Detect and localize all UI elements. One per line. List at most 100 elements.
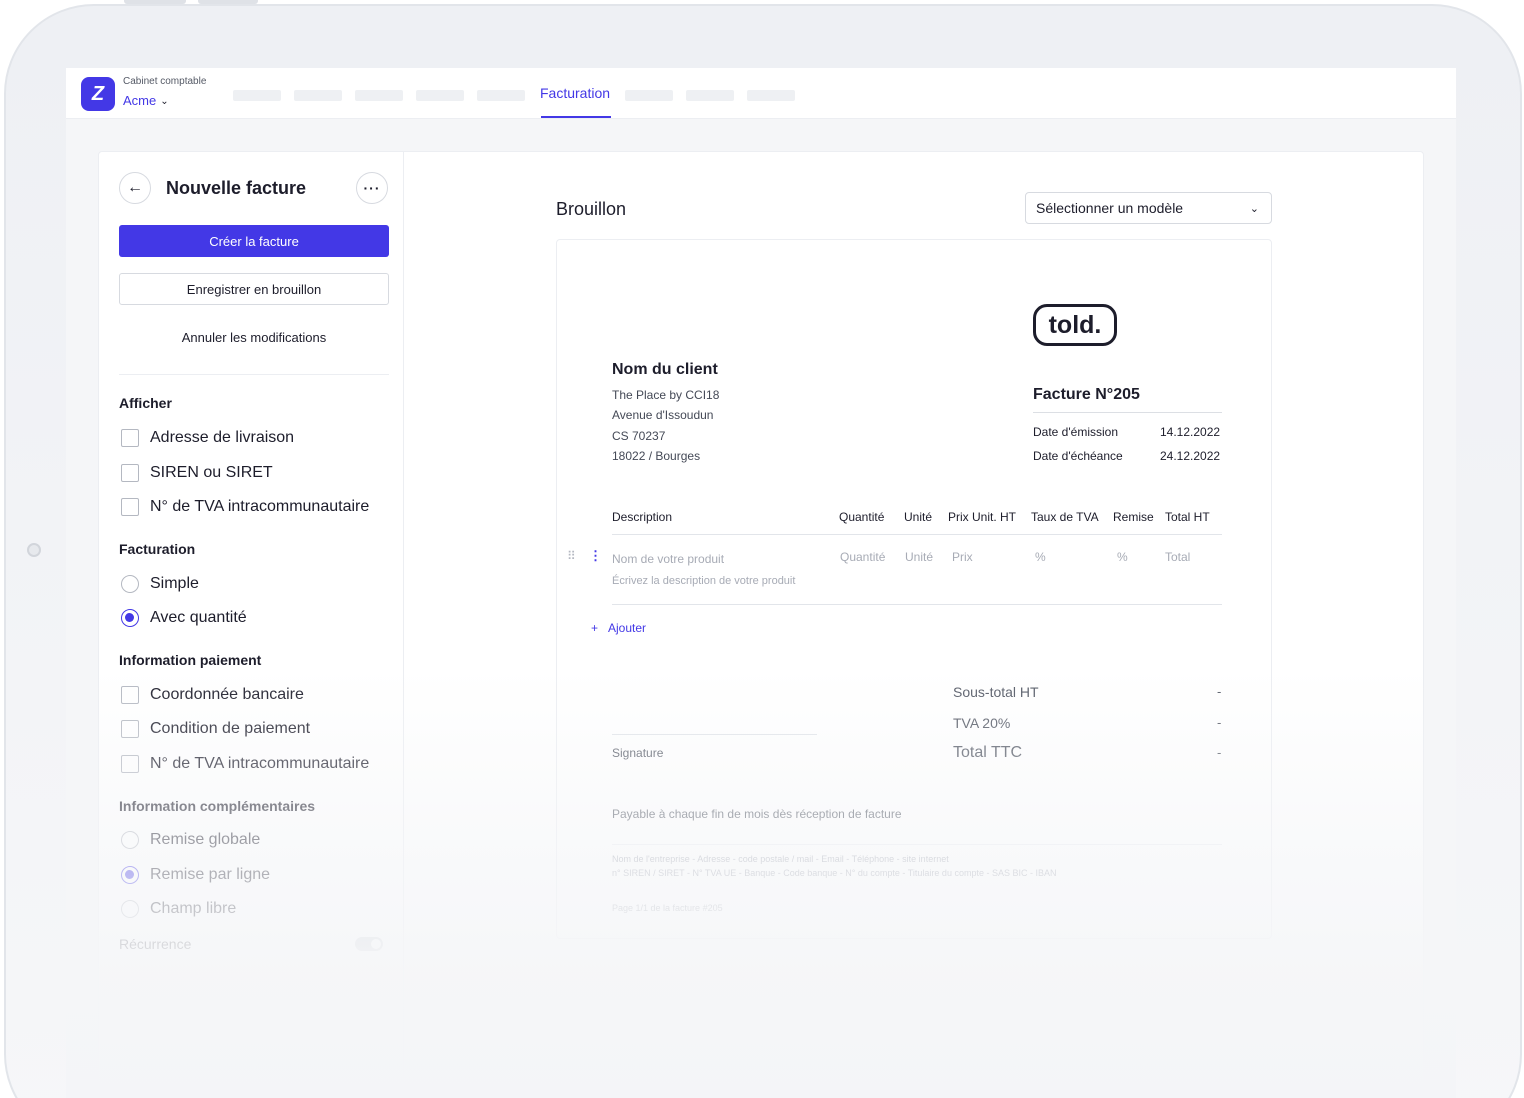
invoice-number: Facture N°205 [1033, 386, 1140, 403]
option-label: Remise par ligne [150, 866, 271, 883]
checkbox-bank-details[interactable]: Coordonnée bancaire [121, 686, 304, 704]
more-horizontal-icon: ··· [363, 180, 381, 196]
active-tab-indicator [541, 116, 611, 118]
checkbox[interactable] [121, 498, 139, 516]
checkbox[interactable] [121, 686, 139, 704]
template-select-value: Sélectionner un modèle [1036, 200, 1184, 216]
option-label: SIREN ou SIRET [150, 464, 273, 481]
vat-label: TVA 20% [953, 715, 1011, 731]
option-label: Avec quantité [150, 609, 247, 626]
template-select[interactable]: Sélectionner un modèle ⌄ [1025, 192, 1272, 224]
camera-icon [27, 543, 41, 557]
app-screen: Z Cabinet comptable Acme ⌄ Facturation ←… [66, 68, 1456, 1098]
z-logo-icon[interactable]: Z [81, 77, 115, 111]
nav-item-placeholder[interactable] [294, 90, 342, 101]
nav-item-placeholder[interactable] [355, 90, 403, 101]
due-date-label: Date d'échéance [1033, 449, 1123, 463]
invoice-status-title: Brouillon [556, 199, 627, 219]
client-name[interactable]: Nom du client [612, 361, 718, 379]
column-header-description: Description [612, 510, 673, 524]
radio-button-selected[interactable] [121, 609, 139, 627]
checkbox[interactable] [121, 429, 139, 447]
back-button[interactable]: ← [119, 172, 151, 204]
divider [1033, 412, 1222, 413]
option-label: N° de TVA intracommunautaire [150, 498, 370, 515]
radio-button[interactable] [121, 575, 139, 593]
checkbox[interactable] [121, 464, 139, 482]
issue-date-label: Date d'émission [1033, 425, 1118, 439]
device-button [124, 0, 186, 4]
unit-input[interactable]: Unité [905, 550, 933, 564]
radio-button[interactable] [121, 900, 139, 918]
checkbox-delivery-address[interactable]: Adresse de livraison [121, 429, 294, 447]
radio-button[interactable] [121, 831, 139, 849]
add-line-label: Ajouter [608, 621, 647, 635]
checkbox[interactable] [121, 720, 139, 738]
nav-item-placeholder[interactable] [625, 90, 673, 101]
org-switcher[interactable]: Acme ⌄ [123, 93, 169, 108]
radio-with-quantity[interactable]: Avec quantité [121, 609, 247, 627]
discount-input[interactable]: % [1117, 550, 1128, 564]
radio-free-field[interactable]: Champ libre [121, 900, 236, 918]
recurrence-toggle[interactable] [355, 937, 383, 951]
nav-item-placeholder[interactable] [477, 90, 525, 101]
checkbox-payment-terms[interactable]: Condition de paiement [121, 720, 310, 738]
price-input[interactable]: Prix [952, 550, 973, 564]
client-address-line: 18022 / Bourges [612, 449, 701, 463]
vat-input[interactable]: % [1035, 550, 1046, 564]
top-navigation: Z Cabinet comptable Acme ⌄ Facturation [66, 68, 1456, 119]
drag-handle-icon[interactable]: ⠿ [567, 549, 576, 563]
client-address-line: Avenue d'Issoudun [612, 408, 714, 422]
client-address-line: CS 70237 [612, 429, 666, 443]
radio-global-discount[interactable]: Remise globale [121, 831, 260, 849]
quantity-input[interactable]: Quantité [840, 550, 885, 564]
cancel-changes-button[interactable]: Annuler les modifications [119, 322, 389, 352]
more-vertical-icon[interactable]: ⋮ [589, 548, 602, 564]
more-options-button[interactable]: ··· [356, 172, 388, 204]
issue-date-value[interactable]: 14.12.2022 [1160, 425, 1220, 439]
checkbox-vat-number[interactable]: N° de TVA intracommunautaire [121, 498, 369, 516]
column-header-quantity: Quantité [839, 510, 885, 524]
nav-item-placeholder[interactable] [747, 90, 795, 101]
company-logo[interactable]: told. [1033, 304, 1117, 346]
invoice-options-sidebar: ← Nouvelle facture ··· Créer la facture … [99, 152, 404, 1098]
vat-value: - [1217, 715, 1222, 730]
option-label: Coordonnée bancaire [150, 686, 304, 703]
nav-item-placeholder[interactable] [686, 90, 734, 101]
nav-item-placeholder[interactable] [416, 90, 464, 101]
divider [119, 374, 389, 375]
create-invoice-button[interactable]: Créer la facture [119, 225, 389, 257]
page-title: Nouvelle facture [166, 178, 307, 198]
footer-company-info: Nom de l'entreprise - Adresse - code pos… [612, 854, 949, 864]
checkbox[interactable] [121, 755, 139, 773]
option-label: Remise globale [150, 831, 261, 848]
signature-label[interactable]: Signature [612, 746, 663, 760]
section-title-afficher: Afficher [119, 395, 172, 411]
save-draft-button[interactable]: Enregistrer en brouillon [119, 273, 389, 305]
column-header-unit: Unité [904, 510, 933, 524]
nav-tab-facturation[interactable]: Facturation [540, 85, 610, 101]
column-header-vat-rate: Taux de TVA [1031, 510, 1099, 524]
checkbox-siren-siret[interactable]: SIREN ou SIRET [121, 464, 273, 482]
subtotal-label: Sous-total HT [953, 684, 1039, 700]
invoice-editor-panel: ← Nouvelle facture ··· Créer la facture … [98, 151, 1424, 1098]
column-header-discount: Remise [1113, 510, 1154, 524]
radio-button-selected[interactable] [121, 866, 139, 884]
due-date-value[interactable]: 24.12.2022 [1160, 449, 1220, 463]
nav-item-placeholder[interactable] [233, 90, 281, 101]
radio-line-discount[interactable]: Remise par ligne [121, 866, 270, 884]
section-title-complementaires: Information complémentaires [119, 798, 316, 814]
arrow-left-icon: ← [127, 179, 143, 196]
payment-note[interactable]: Payable à chaque fin de mois dès récepti… [612, 807, 902, 821]
column-header-total: Total HT [1165, 510, 1210, 524]
add-line-button[interactable]: + Ajouter [591, 621, 646, 635]
option-label: Champ libre [150, 900, 237, 917]
option-label: Condition de paiement [150, 720, 311, 737]
radio-simple[interactable]: Simple [121, 575, 199, 593]
signature-line [612, 734, 817, 735]
product-name-input[interactable]: Nom de votre produit [612, 552, 724, 566]
checkbox-vat-number-payment[interactable]: N° de TVA intracommunautaire [121, 755, 369, 773]
product-description-input[interactable]: Écrivez la description de votre produit [612, 575, 795, 587]
org-subtitle: Cabinet comptable [123, 76, 207, 87]
plus-icon: + [591, 621, 599, 635]
